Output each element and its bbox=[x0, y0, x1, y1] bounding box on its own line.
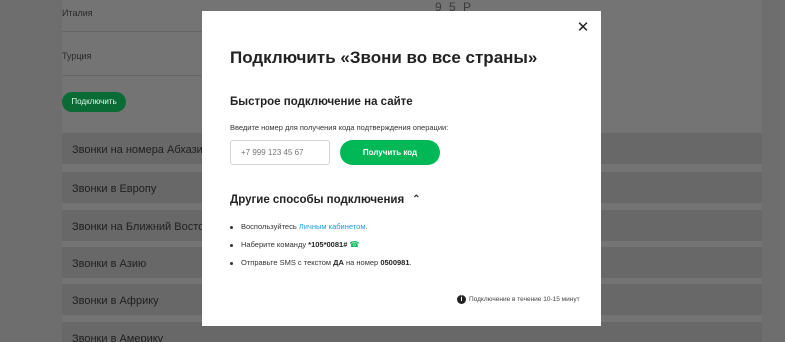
row-divider bbox=[62, 31, 202, 32]
accordion-label: Звонки в Африку bbox=[72, 295, 159, 307]
bullet-icon bbox=[230, 261, 233, 265]
other-methods-heading[interactable]: Другие способы подключения ⌃ bbox=[230, 194, 421, 206]
connect-modal: ✕ Подключить «Звони во все страны» Быстр… bbox=[202, 11, 601, 326]
info-icon: i bbox=[457, 295, 466, 304]
ussd-code: *105*0081# bbox=[308, 240, 348, 249]
method-text: . bbox=[409, 258, 412, 267]
note-text: Подключение в течение 10-15 минут bbox=[469, 296, 580, 304]
method-text: . bbox=[365, 222, 368, 231]
country-row-italy: Италия bbox=[62, 8, 93, 18]
chevron-up-icon: ⌃ bbox=[412, 194, 421, 205]
accordion-label: Звонки на Ближний Восток bbox=[72, 221, 210, 233]
row-divider bbox=[62, 75, 202, 76]
accordion-label: Звонки в Европу bbox=[72, 183, 157, 195]
connection-time-note: i Подключение в течение 10-15 минут bbox=[457, 295, 580, 304]
method-text: на номер bbox=[343, 258, 381, 267]
modal-title: Подключить «Звони во все страны» bbox=[230, 48, 538, 67]
method-ussd: Наберите команду *105*0081# ☎ bbox=[230, 240, 359, 249]
close-icon[interactable]: ✕ bbox=[576, 20, 590, 35]
accordion-label: Звонки в Америку bbox=[72, 333, 164, 342]
method-text: Отправьте SMS с текстом bbox=[241, 258, 334, 267]
bullet-icon bbox=[230, 243, 233, 247]
method-sms: Отправьте SMS с текстом ДА на номер 0500… bbox=[230, 258, 412, 267]
method-text: Воспользуйтесь bbox=[241, 222, 299, 231]
personal-account-link[interactable]: Личным кабинетом bbox=[299, 222, 366, 231]
phone-call-icon[interactable]: ☎ bbox=[349, 240, 359, 249]
other-methods-label: Другие способы подключения bbox=[230, 194, 405, 206]
sms-text: ДА bbox=[333, 258, 344, 267]
bullet-icon bbox=[230, 225, 233, 229]
method-personal-account: Воспользуйтесь Личным кабинетом. bbox=[230, 222, 368, 231]
country-row-turkey: Турция bbox=[62, 51, 92, 61]
phone-hint: Введите номер для получения кода подтвер… bbox=[230, 123, 449, 132]
connect-button[interactable]: Подключить bbox=[62, 92, 126, 112]
sms-number: 0500981 bbox=[380, 258, 410, 267]
method-text: Наберите команду bbox=[241, 240, 309, 249]
accordion-label: Звонки в Азию bbox=[72, 258, 147, 270]
phone-input[interactable] bbox=[230, 140, 330, 165]
get-code-button[interactable]: Получить код bbox=[340, 140, 440, 165]
quick-connect-heading: Быстрое подключение на сайте bbox=[230, 96, 413, 108]
